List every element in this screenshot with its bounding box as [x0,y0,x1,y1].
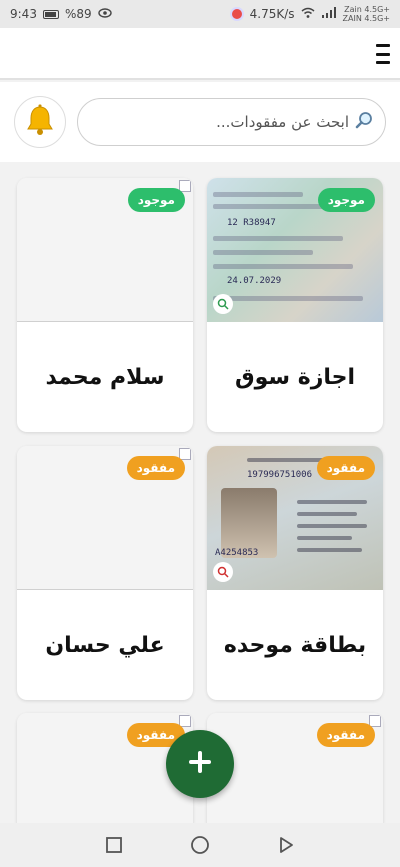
item-title: سلام محمد [45,364,165,390]
zoom-icon[interactable] [213,562,233,582]
home-button[interactable] [188,833,212,857]
doc-number: 197996751006 [247,470,313,480]
hamburger-menu-icon[interactable] [376,44,390,64]
system-nav-bar [0,823,400,867]
search-icon [355,111,373,133]
location-pin-icon [229,7,244,21]
item-card[interactable]: مفقود علي حسان [17,446,193,700]
back-button[interactable] [274,833,298,857]
item-title: بطاقة موحده [223,632,367,658]
item-image-placeholder: موجود [17,178,193,322]
item-image-placeholder: مفقود [17,446,193,590]
status-bar: 9:43 %89 4.75K/s Zain 4.5G+ ZAIN 4.5G+ [0,0,400,28]
item-image-placeholder: مفقود [207,713,383,833]
item-card[interactable]: 12 R38947 24.07.2029 موجود اجازة سوق [207,178,383,432]
carrier-1: Zain 4.5G+ [344,5,390,14]
eye-icon [97,7,112,21]
battery-icon [42,9,59,19]
network-speed: 4.75K/s [249,7,295,21]
carrier-info: Zain 4.5G+ ZAIN 4.5G+ [343,5,390,23]
item-card[interactable]: موجود سلام محمد [17,178,193,432]
status-time: 9:43 [10,7,37,21]
status-battery: %89 [64,7,92,21]
add-item-button[interactable] [166,730,234,798]
plus-icon [187,749,213,779]
doc-number: 12 R38947 [227,218,276,228]
notifications-button[interactable] [14,96,66,148]
item-title: اجازة سوق [234,364,356,390]
recent-apps-button[interactable] [102,833,126,857]
item-image: 197996751006 A4254853 مفقود [207,446,383,590]
search-box[interactable] [77,98,386,146]
status-badge: مفقود [126,456,185,480]
status-badge: مفقود [316,723,375,747]
wifi-icon [301,7,315,22]
status-badge: موجود [317,188,375,212]
signal-icon [321,6,337,22]
search-row [0,82,400,162]
item-image: 12 R38947 24.07.2029 موجود [207,178,383,322]
status-badge: موجود [127,188,185,212]
doc-date: 24.07.2029 [227,276,282,286]
zoom-icon[interactable] [213,294,233,314]
search-input[interactable] [99,113,349,131]
carrier-2: ZAIN 4.5G+ [342,14,390,23]
item-card[interactable]: 197996751006 A4254853 مفقود بطاقة موحده [207,446,383,700]
status-badge: مفقود [316,456,375,480]
doc-code: A4254853 [215,548,259,558]
item-title: علي حسان [45,632,165,658]
app-bar [0,28,400,80]
item-card[interactable]: مفقود [207,713,383,833]
bell-icon [25,104,55,140]
